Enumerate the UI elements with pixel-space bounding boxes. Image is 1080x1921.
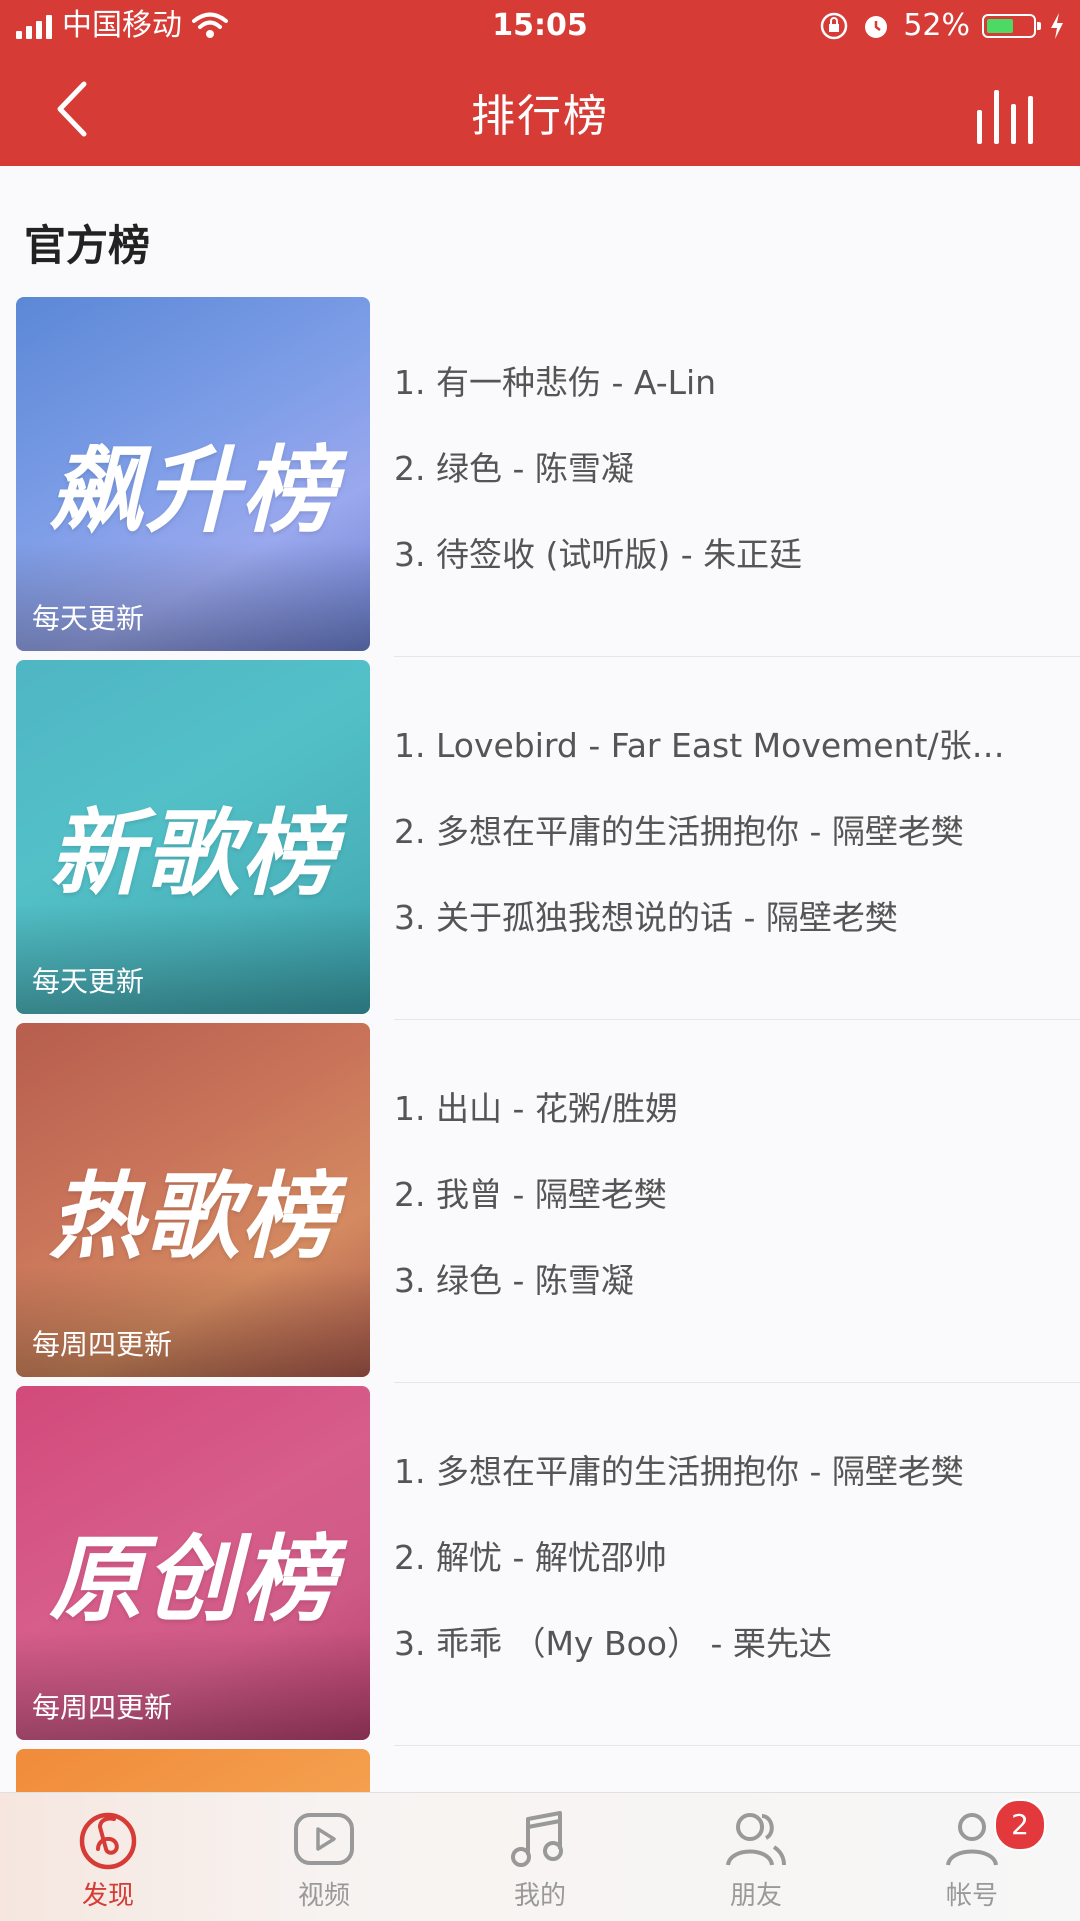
chart-cover-title: 原创榜 [48, 1526, 337, 1635]
chart-cover-title: 飙升榜 [48, 437, 337, 546]
chart-cover[interactable]: 热歌榜 每周四更新 [16, 1023, 370, 1377]
tab-label: 我的 [513, 1881, 566, 1911]
notification-badge: 2 [994, 1799, 1046, 1851]
nav-bar: 排行榜 [0, 52, 1080, 166]
chart-update-frequency: 每周四更新 [32, 1328, 173, 1361]
chart-track-list: 1. 多想在平庸的生活拥抱你 - 隔壁老樊 2. 解忧 - 解忧邵帅 3. 乖乖… [394, 1450, 1054, 1708]
battery-percent: 52% [903, 8, 970, 43]
chart-item-soaring[interactable]: 飙升榜 每天更新 1. 有一种悲伤 - A-Lin 2. 绿色 - 陈雪凝 3.… [0, 297, 1080, 659]
chart-cover[interactable]: 原创榜 每周四更新 [16, 1386, 370, 1740]
chart-item-original[interactable]: 原创榜 每周四更新 1. 多想在平庸的生活拥抱你 - 隔壁老樊 2. 解忧 - … [0, 1386, 1080, 1748]
chart-update-frequency: 每天更新 [32, 965, 145, 998]
divider [394, 656, 1080, 657]
chart-cover[interactable]: 新歌榜 每天更新 [16, 660, 370, 1014]
video-play-icon [294, 1813, 354, 1865]
tab-label: 发现 [81, 1881, 134, 1911]
chart-update-frequency: 每天更新 [32, 602, 145, 635]
section-title: 官方榜 [24, 221, 151, 270]
top-bar: 中国移动 15:05 52% 排行榜 [0, 0, 1080, 166]
track-item: 3. 绿色 - 陈雪凝 [394, 1261, 634, 1300]
tab-bar: 发现 视频 我的 朋友 2 帐号 [0, 1792, 1080, 1921]
chart-cover-title: 热歌榜 [48, 1163, 337, 1272]
divider [394, 1382, 1080, 1383]
track-item: 1. 有一种悲伤 - A-Lin [394, 363, 717, 402]
rotation-lock-icon [821, 12, 848, 40]
friends-icon [726, 1813, 786, 1866]
chart-update-frequency: 每周四更新 [32, 1691, 173, 1724]
track-item: 1. Lovebird - Far East Movement/张… [394, 726, 1005, 765]
charging-icon [1051, 13, 1063, 39]
chart-track-list: 1. 出山 - 花粥/胜娚 2. 我曾 - 隔壁老樊 3. 绿色 - 陈雪凝 [394, 1087, 1054, 1345]
page-title: 排行榜 [471, 91, 609, 142]
divider [394, 1019, 1080, 1020]
divider [394, 1745, 1080, 1746]
track-item: 3. 待签收 (试听版) - 朱正廷 [394, 535, 803, 574]
track-item: 2. 解忧 - 解忧邵帅 [394, 1538, 667, 1577]
track-item: 3. 乖乖 （My Boo） - 栗先达 [394, 1624, 832, 1663]
chart-cover-partial[interactable] [16, 1749, 370, 1792]
tab-friends[interactable]: 朋友 [648, 1793, 864, 1921]
now-playing-button[interactable] [970, 78, 1040, 144]
tab-account[interactable]: 2 帐号 [864, 1793, 1080, 1921]
track-item: 1. 出山 - 花粥/胜娚 [394, 1089, 678, 1128]
tab-label: 朋友 [729, 1881, 782, 1911]
track-item: 3. 关于孤独我想说的话 - 隔壁老樊 [394, 898, 898, 937]
chart-item-new[interactable]: 新歌榜 每天更新 1. Lovebird - Far East Movement… [0, 660, 1080, 1022]
chart-track-list: 1. Lovebird - Far East Movement/张… 2. 多想… [394, 724, 1054, 982]
track-item: 2. 绿色 - 陈雪凝 [394, 449, 634, 488]
track-item: 1. 多想在平庸的生活拥抱你 - 隔壁老樊 [394, 1452, 964, 1491]
tab-label: 视频 [297, 1881, 350, 1911]
chart-cover[interactable]: 飙升榜 每天更新 [16, 297, 370, 651]
chart-item-hot[interactable]: 热歌榜 每周四更新 1. 出山 - 花粥/胜娚 2. 我曾 - 隔壁老樊 3. … [0, 1023, 1080, 1385]
tab-mine[interactable]: 我的 [432, 1793, 648, 1921]
track-item: 2. 我曾 - 隔壁老樊 [394, 1175, 667, 1214]
tab-video[interactable]: 视频 [216, 1793, 432, 1921]
track-item: 2. 多想在平庸的生活拥抱你 - 隔壁老樊 [394, 812, 964, 851]
tab-discover[interactable]: 发现 [0, 1793, 216, 1921]
chart-track-list: 1. 有一种悲伤 - A-Lin 2. 绿色 - 陈雪凝 3. 待签收 (试听版… [394, 361, 1054, 619]
music-note-icon [511, 1811, 563, 1867]
netease-music-icon [79, 1812, 137, 1870]
alarm-icon [865, 16, 888, 38]
status-bar: 中国移动 15:05 52% [0, 0, 1080, 52]
battery-icon [982, 14, 1041, 38]
chart-cover-title: 新歌榜 [48, 800, 337, 909]
tab-label: 帐号 [945, 1881, 998, 1911]
